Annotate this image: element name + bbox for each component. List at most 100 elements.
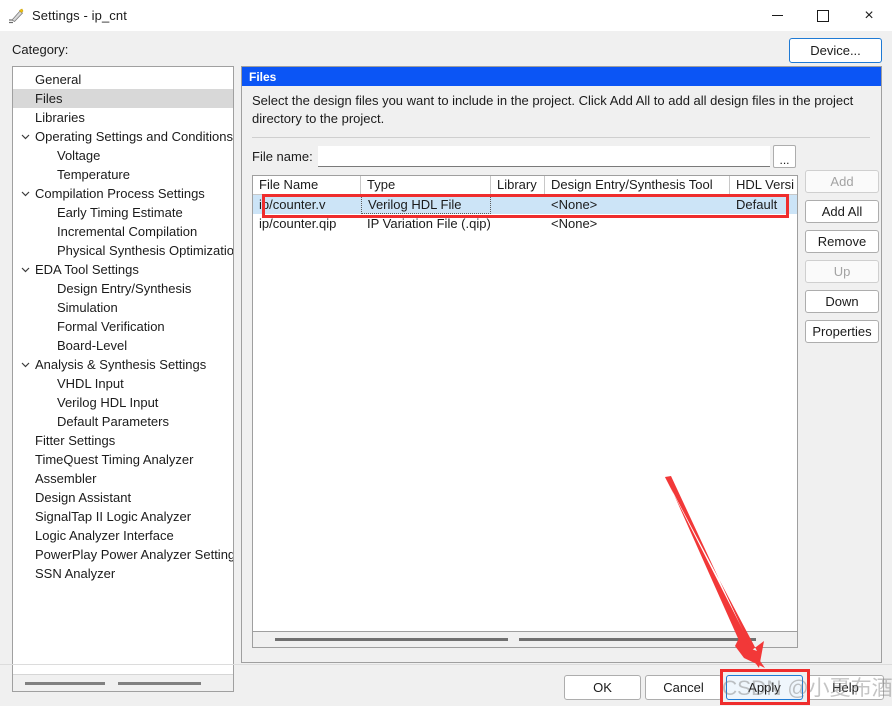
file-name-input[interactable] [318,146,770,167]
sidebar-item-label: Early Timing Estimate [57,205,183,220]
table-cell[interactable] [491,195,545,214]
sidebar-item-label: VHDL Input [57,376,124,391]
sidebar-item-powerplay-power-analyzer-settings[interactable]: PowerPlay Power Analyzer Settings [13,545,233,564]
table-header-row: File Name Type Library Design Entry/Synthes… [253,176,797,195]
table-cell[interactable] [491,214,545,233]
sidebar-item-label: TimeQuest Timing Analyzer [35,452,194,467]
table-cell[interactable]: ip/counter.v [253,195,361,214]
table-horizontal-scrollbar[interactable] [253,631,797,647]
table-row[interactable]: ip/counter.qip IP Variation File (.qip) <N… [253,214,797,233]
table-cell[interactable]: Verilog HDL File [361,195,491,214]
sidebar-item-label: Libraries [35,110,85,125]
sidebar-item-logic-analyzer-interface[interactable]: Logic Analyzer Interface [13,526,233,545]
sidebar-item-files[interactable]: Files [13,89,233,108]
sidebar-item-temperature[interactable]: Temperature [13,165,233,184]
chevron-down-icon[interactable] [19,260,31,279]
table-cell[interactable]: <None> [545,195,730,214]
sidebar-item-ssn-analyzer[interactable]: SSN Analyzer [13,564,233,583]
down-button[interactable]: Down [805,290,879,313]
add-button: Add [805,170,879,193]
chevron-down-icon[interactable] [19,184,31,203]
apply-button[interactable]: Apply [726,675,803,700]
sidebar-item-label: Assembler [35,471,97,486]
sidebar-item-signaltap-ii-logic-analyzer[interactable]: SignalTap II Logic Analyzer [13,507,233,526]
table-cell[interactable] [730,214,797,233]
add-all-button[interactable]: Add All [805,200,879,223]
tree-scroll-thumb-right[interactable] [118,682,201,685]
remove-button[interactable]: Remove [805,230,879,253]
minimize-button[interactable] [754,0,800,31]
sidebar-item-eda-tool-settings[interactable]: EDA Tool Settings [13,260,233,279]
category-tree-list: General Files Libraries Operating Settings … [13,67,233,583]
table-scroll-thumb-left[interactable] [275,638,508,641]
sidebar-item-label: Analysis & Synthesis Settings [35,357,207,372]
sidebar-item-label: Formal Verification [57,319,165,334]
table-column-header[interactable]: File Name [253,176,361,194]
sidebar-item-compilation-process-settings[interactable]: Compilation Process Settings [13,184,233,203]
table-scroll-thumb-right[interactable] [519,638,756,641]
sidebar-item-label: SSN Analyzer [35,566,116,581]
sidebar-item-verilog-hdl-input[interactable]: Verilog HDL Input [13,393,233,412]
table-column-header[interactable]: Library [491,176,545,194]
sidebar-item-board-level[interactable]: Board-Level [13,336,233,355]
file-name-label: File name: [252,149,313,164]
table-row[interactable]: ip/counter.v Verilog HDL File <None> Defaul… [253,195,797,214]
sidebar-item-label: Files [35,91,63,106]
tree-horizontal-scrollbar[interactable] [13,674,233,691]
sidebar-item-libraries[interactable]: Libraries [13,108,233,127]
sidebar-item-label: Fitter Settings [35,433,116,448]
maximize-button[interactable] [800,0,846,31]
device-button[interactable]: Device... [789,38,882,63]
tree-scroll-thumb-left[interactable] [25,682,105,685]
sidebar-item-simulation[interactable]: Simulation [13,298,233,317]
table-column-header[interactable]: Design Entry/Synthesis Tool [545,176,730,194]
sidebar-item-label: SignalTap II Logic Analyzer [35,509,192,524]
help-button[interactable]: Help [807,675,884,700]
category-tree[interactable]: General Files Libraries Operating Settings … [12,66,234,692]
table-cell[interactable]: Default [730,195,797,214]
files-page: Files Select the design files you want t… [241,66,882,663]
sidebar-item-fitter-settings[interactable]: Fitter Settings [13,431,233,450]
ok-button[interactable]: OK [564,675,641,700]
up-button: Up [805,260,879,283]
browse-button[interactable]: ... [773,145,796,168]
chevron-down-icon[interactable] [19,355,31,374]
files-page-header: Files [242,67,881,86]
sidebar-item-default-parameters[interactable]: Default Parameters [13,412,233,431]
sidebar-item-vhdl-input[interactable]: VHDL Input [13,374,233,393]
table-column-header[interactable]: HDL Versi [730,176,797,194]
table-cell[interactable]: IP Variation File (.qip) [361,214,491,233]
design-files-table[interactable]: File Name Type Library Design Entry/Synthes… [252,175,798,648]
table-cell[interactable]: ip/counter.qip [253,214,361,233]
window-controls: × [754,0,892,31]
sidebar-item-timequest-timing-analyzer[interactable]: TimeQuest Timing Analyzer [13,450,233,469]
sidebar-item-label: Default Parameters [57,414,169,429]
sidebar-item-operating-settings-and-conditions[interactable]: Operating Settings and Conditions [13,127,233,146]
sidebar-item-early-timing-estimate[interactable]: Early Timing Estimate [13,203,233,222]
sidebar-item-assembler[interactable]: Assembler [13,469,233,488]
sidebar-item-incremental-compilation[interactable]: Incremental Compilation [13,222,233,241]
sidebar-item-label: Design Assistant [35,490,132,505]
sidebar-item-label: Incremental Compilation [57,224,198,239]
sidebar-item-voltage[interactable]: Voltage [13,146,233,165]
chevron-down-icon[interactable] [19,127,31,146]
divider [252,137,870,138]
table-body: ip/counter.v Verilog HDL File <None> Defaul… [253,195,797,233]
settings-pencil-icon [7,7,25,25]
close-button[interactable]: × [846,0,892,31]
file-action-buttons: Add Add All Remove Up Down Properties [805,170,879,350]
cancel-button[interactable]: Cancel [645,675,722,700]
sidebar-item-design-assistant[interactable]: Design Assistant [13,488,233,507]
sidebar-item-general[interactable]: General [13,70,233,89]
table-column-header[interactable]: Type [361,176,491,194]
sidebar-item-label: Board-Level [57,338,128,353]
properties-button[interactable]: Properties [805,320,879,343]
sidebar-item-design-entry-synthesis[interactable]: Design Entry/Synthesis [13,279,233,298]
sidebar-item-analysis-synthesis-settings[interactable]: Analysis & Synthesis Settings [13,355,233,374]
sidebar-item-label: Design Entry/Synthesis [57,281,192,296]
sidebar-item-label: Operating Settings and Conditions [35,129,234,144]
sidebar-item-physical-synthesis-optimization[interactable]: Physical Synthesis Optimization [13,241,233,260]
sidebar-item-label: Voltage [57,148,101,163]
sidebar-item-formal-verification[interactable]: Formal Verification [13,317,233,336]
table-cell[interactable]: <None> [545,214,730,233]
